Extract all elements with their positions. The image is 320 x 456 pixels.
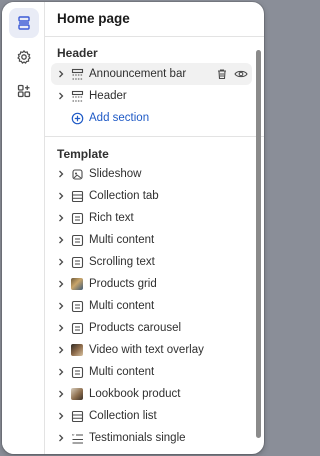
text-block-icon — [70, 211, 84, 225]
section-item-label: Rich text — [89, 212, 134, 224]
chevron-right-icon[interactable] — [54, 167, 68, 181]
scrollbar-thumb[interactable] — [256, 50, 261, 438]
section-item-label: Products grid — [89, 278, 157, 290]
settings-gear-icon[interactable] — [9, 42, 39, 72]
text-block-icon — [70, 321, 84, 335]
header-group-title: Header — [57, 46, 98, 60]
section-item-announcement-bar[interactable]: Announcement bar — [51, 63, 252, 85]
video-thumbnail-image — [70, 343, 84, 357]
section-item-label: Testimonials single — [89, 432, 186, 444]
section-item-label: Multi content — [89, 234, 155, 246]
section-item-label: Announcement bar — [89, 68, 187, 80]
section-item-slideshow[interactable]: Slideshow — [51, 163, 252, 185]
chevron-right-icon[interactable] — [54, 343, 68, 357]
chevron-right-icon[interactable] — [54, 211, 68, 225]
section-item-label: Header — [89, 90, 127, 102]
section-item-label: Products carousel — [89, 322, 182, 334]
add-section-label: Add section — [89, 112, 150, 124]
sections-panel: Home page Header Announcement bar Header… — [45, 2, 264, 454]
product-thumbnail-image — [70, 277, 84, 291]
section-item-header[interactable]: Header — [51, 85, 252, 107]
section-layout-icon — [70, 409, 84, 423]
chevron-right-icon[interactable] — [54, 365, 68, 379]
chevron-right-icon[interactable] — [54, 387, 68, 401]
section-layout-icon — [70, 89, 84, 103]
sections-icon[interactable] — [9, 8, 39, 38]
quote-icon: “ — [70, 431, 84, 445]
chevron-right-icon[interactable] — [54, 89, 68, 103]
section-item-label: Lookbook product — [89, 388, 181, 400]
text-block-icon — [70, 233, 84, 247]
chevron-right-icon[interactable] — [54, 431, 68, 445]
lookbook-thumbnail-image — [70, 387, 84, 401]
section-item-label: Video with text overlay — [89, 344, 204, 356]
divider — [45, 136, 264, 137]
trash-icon[interactable] — [214, 67, 229, 82]
section-item-multi-content-3[interactable]: Multi content — [51, 361, 252, 383]
section-item-products-grid[interactable]: Products grid — [51, 273, 252, 295]
section-item-multi-content[interactable]: Multi content — [51, 229, 252, 251]
section-item-label: Collection tab — [89, 190, 159, 202]
section-layout-icon — [70, 67, 84, 81]
section-item-products-carousel[interactable]: Products carousel — [51, 317, 252, 339]
section-item-testimonials-single[interactable]: “ Testimonials single — [51, 427, 252, 449]
plus-circle-icon — [70, 111, 84, 125]
section-item-collection-list[interactable]: Collection list — [51, 405, 252, 427]
section-item-rich-text[interactable]: Rich text — [51, 207, 252, 229]
chevron-right-icon[interactable] — [54, 255, 68, 269]
chevron-right-icon[interactable] — [54, 321, 68, 335]
theme-editor-window: Home page Header Announcement bar Header… — [2, 2, 264, 454]
section-layout-icon — [70, 189, 84, 203]
section-item-lookbook-product[interactable]: Lookbook product — [51, 383, 252, 405]
template-group-title: Template — [57, 147, 109, 161]
chevron-right-icon[interactable] — [54, 277, 68, 291]
section-item-label: Scrolling text — [89, 256, 155, 268]
text-block-icon — [70, 255, 84, 269]
chevron-right-icon[interactable] — [54, 409, 68, 423]
chevron-right-icon[interactable] — [54, 233, 68, 247]
apps-blocks-icon[interactable] — [9, 76, 39, 106]
chevron-right-icon[interactable] — [54, 189, 68, 203]
section-item-label: Slideshow — [89, 168, 142, 180]
section-item-label: Multi content — [89, 300, 155, 312]
add-section-button[interactable]: Add section — [51, 107, 252, 129]
text-block-icon — [70, 365, 84, 379]
section-item-label: Collection list — [89, 410, 157, 422]
section-item-scrolling-text[interactable]: Scrolling text — [51, 251, 252, 273]
chevron-right-icon[interactable] — [54, 299, 68, 313]
section-item-multi-content-2[interactable]: Multi content — [51, 295, 252, 317]
text-block-icon — [70, 299, 84, 313]
section-item-label: Multi content — [89, 366, 155, 378]
slideshow-icon — [70, 167, 84, 181]
section-item-collection-tab[interactable]: Collection tab — [51, 185, 252, 207]
sidebar-rail — [2, 2, 45, 454]
chevron-right-icon[interactable] — [54, 67, 68, 81]
divider — [45, 36, 264, 37]
eye-icon[interactable] — [233, 67, 248, 82]
section-item-video-with-text-overlay[interactable]: Video with text overlay — [51, 339, 252, 361]
page-title: Home page — [57, 11, 130, 26]
